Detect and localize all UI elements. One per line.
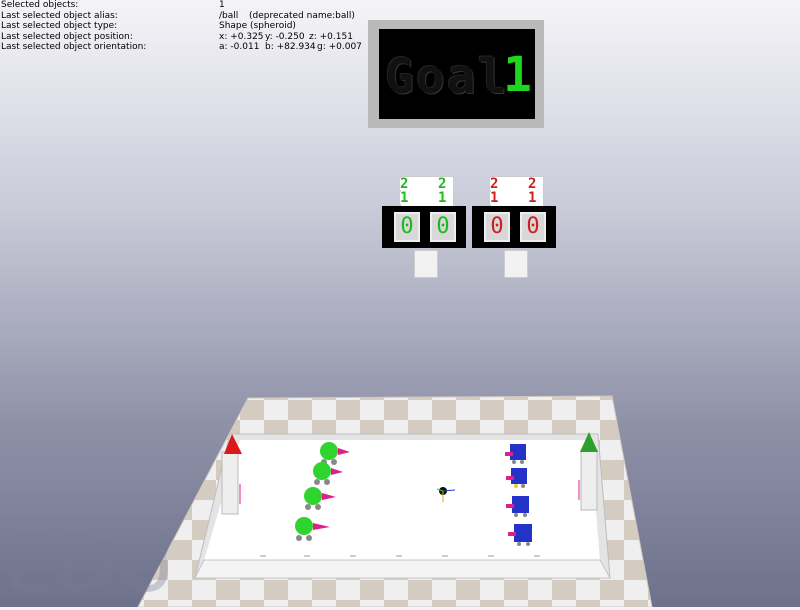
soccer-field-scene[interactable]	[0, 0, 800, 607]
right-goal-post	[580, 449, 598, 511]
field-wall-front	[194, 559, 611, 579]
left-goal-post	[221, 451, 239, 515]
field-surface[interactable]	[204, 440, 600, 560]
edu-watermark: EDU	[4, 520, 177, 610]
